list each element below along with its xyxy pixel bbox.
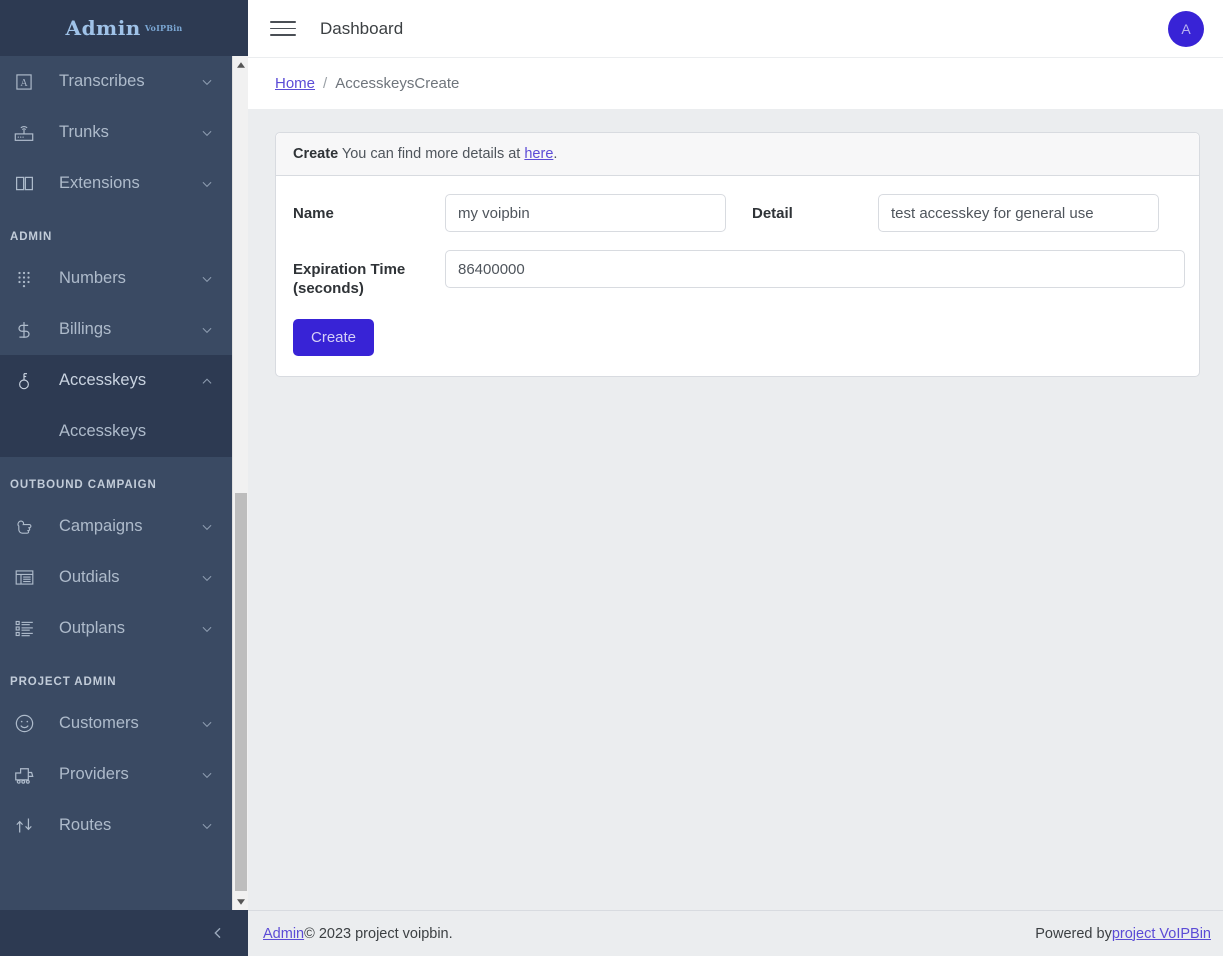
- sidebar-scrollbar[interactable]: [232, 56, 248, 910]
- sidebar-item-extensions[interactable]: Extensions: [0, 158, 232, 209]
- avatar-initial: A: [1181, 20, 1191, 37]
- expiration-time-input[interactable]: [445, 250, 1185, 288]
- chevron-down-icon: [194, 514, 220, 540]
- footer-copyright: © 2023 project voipbin.: [304, 925, 453, 942]
- card-header-title: Create: [293, 146, 339, 162]
- table-list-icon: [11, 565, 37, 591]
- sidebar-section-admin: ADMIN: [10, 231, 53, 243]
- sidebar-item-providers[interactable]: Providers: [0, 749, 232, 800]
- sidebar-item-label: Numbers: [59, 269, 126, 287]
- chevron-down-icon: [194, 317, 220, 343]
- router-wifi-icon: [11, 120, 37, 146]
- breadcrumb: Home / AccesskeysCreate: [248, 58, 1223, 110]
- sidebar-item-label: Outdials: [59, 568, 120, 586]
- sidebar-section-project-admin: PROJECT ADMIN: [10, 676, 117, 688]
- chevron-down-icon: [194, 69, 220, 95]
- chevron-down-icon: [194, 171, 220, 197]
- sidebar-item-label: Billings: [59, 320, 112, 338]
- sidebar-item-campaigns[interactable]: Campaigns: [0, 501, 232, 552]
- smiley-face-icon: [11, 711, 37, 737]
- scrollbar-thumb[interactable]: [235, 493, 247, 891]
- scrollbar-down-arrow-icon[interactable]: [233, 893, 248, 910]
- sidebar-item-label: Providers: [59, 765, 129, 783]
- key-icon: [11, 368, 37, 394]
- card-header-here-link[interactable]: here: [524, 146, 553, 162]
- sidebar-nav-scroll-area: A Transcribes Trunks Extensions ADMIN Nu…: [0, 56, 248, 910]
- chevron-down-icon: [194, 762, 220, 788]
- sidebar-item-label: Routes: [59, 816, 112, 834]
- detail-input[interactable]: [878, 194, 1159, 232]
- chevron-down-icon: [194, 120, 220, 146]
- scrollbar-up-arrow-icon[interactable]: [233, 56, 248, 73]
- sidebar-item-label: Extensions: [59, 174, 140, 192]
- form-row-name-detail: Name Detail: [293, 194, 1182, 232]
- sidebar-subitem-accesskeys[interactable]: Accesskeys: [0, 406, 232, 457]
- breadcrumb-home-link[interactable]: Home: [275, 75, 315, 92]
- sidebar-item-label: Outplans: [59, 619, 126, 637]
- pointing-hand-icon: [11, 514, 37, 540]
- top-header: Dashboard A: [248, 0, 1223, 58]
- create-accesskey-card: Create You can find more details at here…: [275, 132, 1200, 377]
- sidebar-item-numbers[interactable]: Numbers: [0, 253, 232, 304]
- form-row-expiration: Expiration Time (seconds): [293, 250, 1185, 299]
- arrows-route-icon: [11, 813, 37, 839]
- detail-label: Detail: [752, 205, 793, 222]
- sidebar-item-label: Customers: [59, 714, 139, 732]
- page-title: Dashboard: [320, 18, 404, 38]
- chevron-down-icon: [194, 711, 220, 737]
- open-book-icon: [11, 171, 37, 197]
- card-header-period: .: [553, 146, 558, 162]
- footer-project-voipbin-link[interactable]: project VoIPBin: [1112, 926, 1211, 942]
- chevron-up-icon: [194, 368, 220, 394]
- expiration-time-label: Expiration Time (seconds): [293, 261, 406, 297]
- sidebar-nav: A Transcribes Trunks Extensions ADMIN Nu…: [0, 56, 232, 859]
- brand-logo[interactable]: Admin VoIPBin: [0, 0, 248, 56]
- sidebar-item-outplans[interactable]: Outplans: [0, 603, 232, 654]
- footer-powered-by-text: Powered by: [1035, 925, 1112, 942]
- page-footer: Admin © 2023 project voipbin. Powered by…: [248, 910, 1223, 956]
- ordered-list-icon: [11, 616, 37, 642]
- card-header: Create You can find more details at here…: [276, 133, 1199, 176]
- sidebar-item-transcribes[interactable]: A Transcribes: [0, 56, 232, 107]
- svg-text:A: A: [20, 78, 28, 89]
- sidebar-item-trunks[interactable]: Trunks: [0, 107, 232, 158]
- sidebar-item-routes[interactable]: Routes: [0, 800, 232, 851]
- sidebar-subitem-label: Accesskeys: [59, 422, 147, 440]
- letter-a-box-icon: A: [11, 69, 37, 95]
- avatar[interactable]: A: [1168, 10, 1204, 47]
- sidebar-item-label: Transcribes: [59, 72, 145, 90]
- chevron-down-icon: [194, 565, 220, 591]
- sidebar-item-outdials[interactable]: Outdials: [0, 552, 232, 603]
- brand-name: Admin: [65, 16, 141, 40]
- brand-superscript: VoIPBin: [144, 23, 183, 33]
- card-body: Name Detail Expiration Time (seconds) Cr…: [276, 176, 1199, 376]
- sidebar-section-outbound-campaign: OUTBOUND CAMPAIGN: [10, 479, 157, 491]
- create-button[interactable]: Create: [293, 318, 375, 356]
- train-icon: [11, 762, 37, 788]
- sidebar-collapse-button[interactable]: [0, 910, 248, 956]
- sidebar-item-billings[interactable]: Billings: [0, 304, 232, 355]
- footer-admin-link[interactable]: Admin: [263, 926, 304, 942]
- sidebar-item-label: Trunks: [59, 123, 109, 141]
- name-label: Name: [293, 205, 334, 222]
- sidebar-group-accesskeys: Accesskeys Accesskeys: [0, 355, 232, 457]
- chevron-left-icon: [210, 925, 226, 941]
- main-area: Dashboard A Home / AccesskeysCreate Crea…: [248, 0, 1223, 956]
- chevron-down-icon: [194, 266, 220, 292]
- chevron-down-icon: [194, 616, 220, 642]
- sidebar: Admin VoIPBin A Transcribes Trunks Exten…: [0, 0, 248, 956]
- sidebar-item-accesskeys[interactable]: Accesskeys: [0, 355, 232, 406]
- card-header-text: You can find more details at: [338, 146, 525, 162]
- content-area: Create You can find more details at here…: [248, 110, 1223, 910]
- breadcrumb-current: AccesskeysCreate: [335, 75, 460, 92]
- sidebar-item-label: Campaigns: [59, 517, 143, 535]
- sidebar-item-customers[interactable]: Customers: [0, 698, 232, 749]
- hamburger-icon[interactable]: [270, 16, 296, 42]
- name-input[interactable]: [445, 194, 726, 232]
- dollar-icon: [11, 317, 37, 343]
- chevron-down-icon: [194, 813, 220, 839]
- dialpad-icon: [11, 266, 37, 292]
- sidebar-item-label: Accesskeys: [59, 371, 147, 389]
- breadcrumb-separator: /: [323, 75, 328, 92]
